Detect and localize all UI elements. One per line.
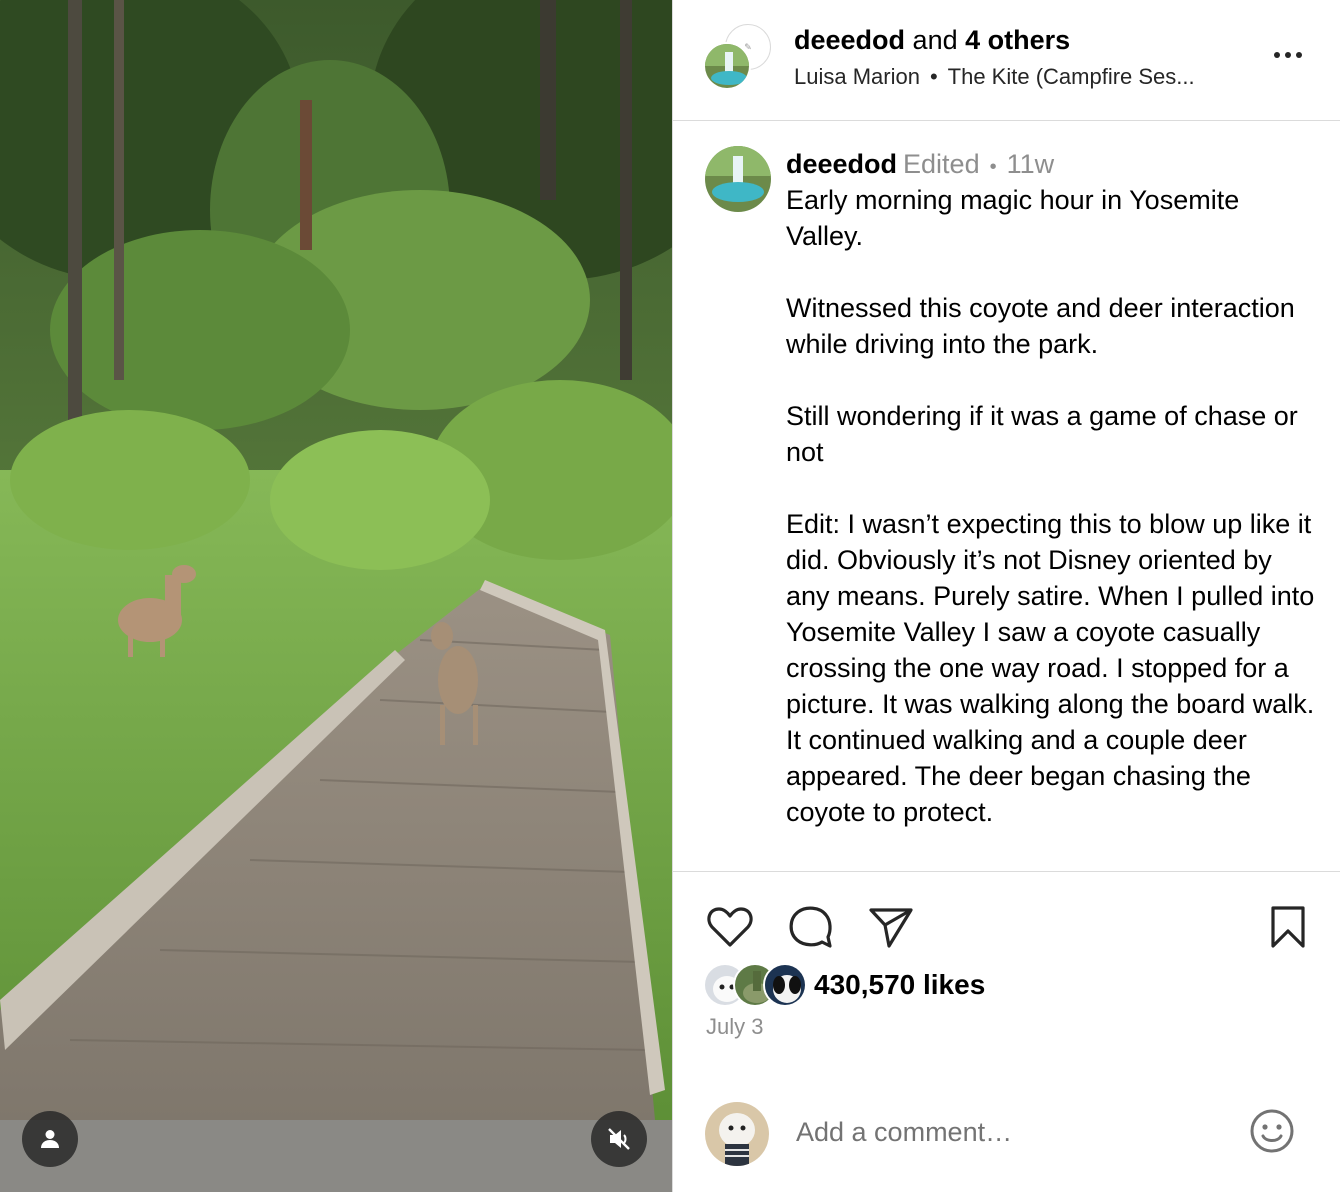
comment-bubble-icon: [789, 906, 832, 948]
caption-author-avatar[interactable]: [705, 146, 771, 212]
viewer-avatar: [705, 1102, 769, 1166]
caption-paragraph: Early morning magic hour in Yosemite Val…: [786, 185, 1240, 251]
user-tag-icon: [41, 1130, 59, 1148]
audio-separator: •: [929, 64, 938, 89]
mute-toggle-button[interactable]: [591, 1111, 647, 1167]
heart-icon: [707, 907, 753, 947]
caption-username[interactable]: deeedod: [786, 149, 897, 179]
liked-by-avatars[interactable]: [703, 963, 813, 1009]
post-actions: 430,570 likes July 3: [673, 871, 1340, 1192]
post-side-panel: ✎ deeedod and 4 others Luisa Marion • The …: [673, 0, 1340, 1192]
caption-header: deeedod Edited • 11w: [786, 146, 1054, 185]
liker-avatar: [763, 963, 807, 1007]
post-video[interactable]: [0, 0, 672, 1192]
post-date[interactable]: July 3: [706, 1013, 763, 1041]
comment-composer: [673, 1098, 1340, 1192]
author-avatar: [703, 42, 751, 90]
more-options-icon: [1274, 52, 1280, 58]
header-title: deeedod and 4 others: [794, 24, 1070, 56]
caption-paragraph: Still wondering if it was a game of chas…: [786, 401, 1298, 467]
video-frame: [0, 0, 672, 1192]
caption-section: deeedod Edited • 11w Early morning magic ho…: [673, 122, 1340, 871]
paper-plane-icon: [869, 908, 913, 948]
header-and: and: [912, 25, 958, 55]
comment-input[interactable]: [796, 1112, 1216, 1152]
more-options-button[interactable]: [1269, 42, 1307, 68]
header-others[interactable]: 4 others: [965, 25, 1070, 55]
audio-artist[interactable]: Luisa Marion: [794, 64, 920, 89]
audio-song[interactable]: The Kite (Campfire Ses...: [948, 64, 1195, 89]
comment-button[interactable]: [785, 902, 835, 952]
caption-separator: •: [989, 156, 997, 178]
post-time-ago[interactable]: 11w: [1007, 149, 1055, 179]
header-username[interactable]: deeedod: [794, 25, 905, 55]
emoji-button[interactable]: [1248, 1107, 1296, 1155]
caption-text: Early morning magic hour in Yosemite Val…: [786, 182, 1316, 866]
tagged-users-button[interactable]: [22, 1111, 78, 1167]
bookmark-icon: [1271, 906, 1305, 948]
likes-count[interactable]: 430,570 likes: [814, 968, 985, 1002]
smiley-icon: [1250, 1109, 1294, 1153]
caption-paragraph: Witnessed this coyote and deer interacti…: [786, 293, 1295, 359]
post-header: ✎ deeedod and 4 others Luisa Marion • The …: [673, 0, 1340, 121]
muted-speaker-icon: [608, 1128, 630, 1150]
caption-paragraph: Edit: I wasn’t expecting this to blow up…: [786, 509, 1315, 827]
like-button[interactable]: [705, 902, 755, 952]
audio-info[interactable]: Luisa Marion • The Kite (Campfire Ses...: [794, 63, 1254, 91]
collab-avatars[interactable]: ✎: [703, 24, 773, 94]
edited-label: Edited: [903, 149, 980, 179]
share-button[interactable]: [866, 902, 916, 952]
save-button[interactable]: [1263, 902, 1313, 952]
